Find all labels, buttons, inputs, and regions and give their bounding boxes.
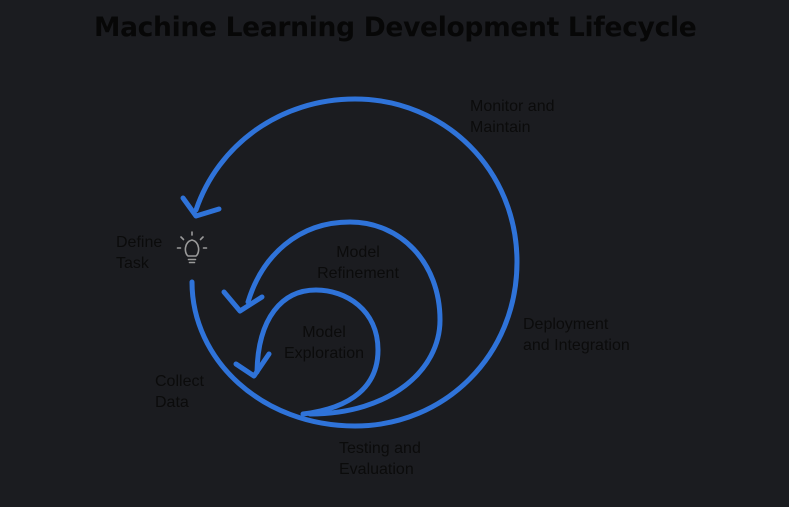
label-model-refinement: Model Refinement [317,244,399,282]
label-collect-data: Collect Data [155,373,204,411]
diagram-canvas: Machine Learning Development Lifecycle D… [0,0,789,507]
label-model-exploration: Model Exploration [283,324,365,362]
label-define-task: Define Task [116,234,163,272]
label-monitor-maintain: Monitor and Maintain [470,98,555,136]
label-testing-evaluation: Testing and Evaluation [339,440,421,478]
label-deployment-integration: Deployment and Integration [523,316,630,354]
